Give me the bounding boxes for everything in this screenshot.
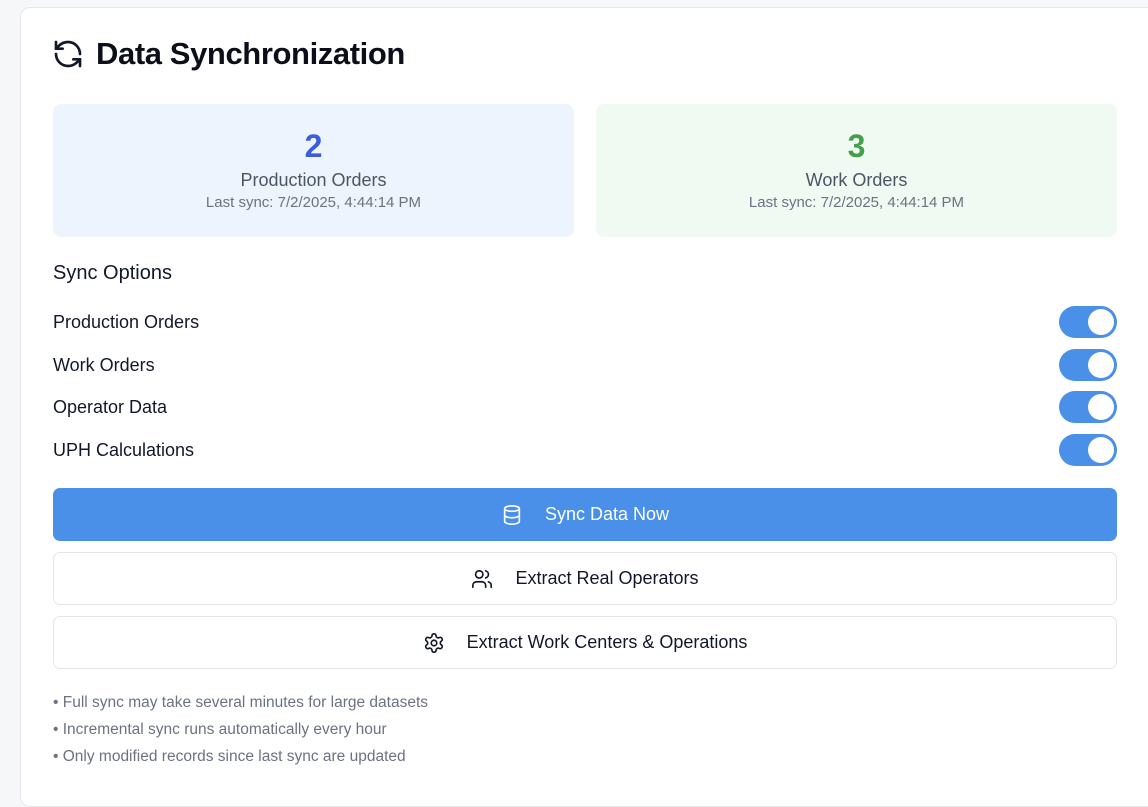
gear-icon [423,632,445,654]
sync-option-label: Operator Data [53,396,168,417]
card-header: Data Synchronization [52,36,405,72]
toggle-knob [1088,437,1114,463]
users-icon [471,568,493,590]
extract-real-operators-button[interactable]: Extract Real Operators [53,552,1117,605]
refresh-icon [52,38,84,70]
stat-last-sync: Last sync: 7/2/2025, 4:44:14 PM [748,194,965,211]
note-item: • Only modified records since last sync … [53,748,406,765]
sync-option-production-orders: Production Orders [53,305,1117,339]
note-item: • Incremental sync runs automatically ev… [53,721,387,738]
sync-options-heading: Sync Options [53,262,172,284]
work-orders-stat: 3 Work Orders Last sync: 7/2/2025, 4:44:… [596,104,1117,237]
sync-option-label: Work Orders [53,354,155,375]
database-icon [501,504,523,526]
button-label: Extract Real Operators [515,568,699,588]
extract-work-centers-button[interactable]: Extract Work Centers & Operations [53,616,1117,669]
work-orders-toggle[interactable] [1059,349,1117,381]
stat-label: Work Orders [805,170,908,190]
production-orders-stat: 2 Production Orders Last sync: 7/2/2025,… [53,104,574,237]
sync-option-label: Production Orders [53,311,200,332]
stat-label: Production Orders [240,170,387,190]
sync-option-uph-calculations: UPH Calculations [53,433,1117,467]
sync-notes: • Full sync may take several minutes for… [53,689,428,770]
toggle-knob [1088,394,1114,420]
toggle-knob [1088,309,1114,335]
stat-count: 3 [847,128,866,164]
sync-option-work-orders: Work Orders [53,348,1117,382]
sync-option-operator-data: Operator Data [53,390,1117,424]
uph-calculations-toggle[interactable] [1059,434,1117,466]
stat-last-sync: Last sync: 7/2/2025, 4:44:14 PM [205,194,422,211]
button-label: Sync Data Now [544,504,670,524]
toggle-knob [1088,352,1114,378]
operator-data-toggle[interactable] [1059,391,1117,423]
note-item: • Full sync may take several minutes for… [53,694,428,711]
button-label: Extract Work Centers & Operations [466,632,748,652]
sync-data-now-button[interactable]: Sync Data Now [53,488,1117,541]
stat-count: 2 [304,128,323,164]
production-orders-toggle[interactable] [1059,306,1117,338]
sync-option-label: UPH Calculations [53,439,195,460]
page-title: Data Synchronization [96,36,405,71]
